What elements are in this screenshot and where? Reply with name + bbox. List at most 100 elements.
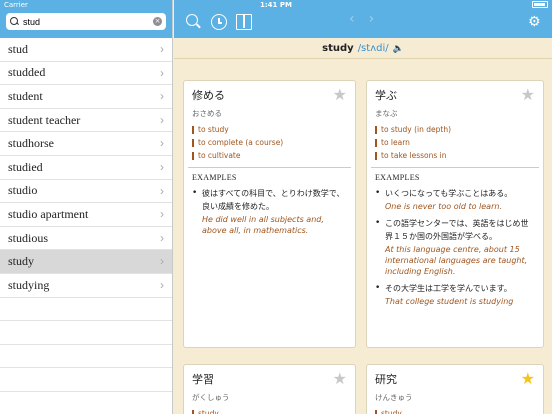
clear-search-icon[interactable]: ×: [153, 17, 162, 26]
list-item[interactable]: studhorse ›: [0, 132, 172, 156]
example-item: • この語学センターでは、英語をはじめ世界１５か国の外国語が学べる。 At this…: [375, 217, 535, 277]
forward-arrow-icon[interactable]: ›: [369, 11, 389, 27]
search-field[interactable]: ×: [6, 13, 166, 30]
definition-text: to complete (a course): [198, 138, 284, 147]
definition-text: to cultivate: [198, 151, 241, 160]
entry-headword: 学習: [192, 373, 214, 386]
clock: 1:41 PM: [260, 1, 292, 9]
empty-row: [0, 368, 172, 392]
example-body: 彼はすべての科目で、とりわけ数学で、良い成績を修めた。 He did well i…: [202, 187, 347, 236]
list-item-label: studded: [8, 65, 46, 80]
entry-reading: けんきゅう: [375, 393, 413, 402]
history-icon[interactable]: [211, 14, 227, 30]
example-item: • 彼はすべての科目で、とりわけ数学で、良い成績を修めた。 He did well …: [192, 187, 347, 236]
bullet-icon: •: [375, 283, 381, 293]
list-item[interactable]: studious ›: [0, 227, 172, 251]
definition-item: to learn: [375, 136, 535, 149]
definition-text: study: [198, 409, 219, 414]
entry-reading: まなぶ: [375, 109, 398, 118]
settings-icon[interactable]: ⚙: [528, 15, 542, 29]
chevron-right-icon: ›: [160, 254, 164, 269]
list-item[interactable]: student ›: [0, 85, 172, 109]
list-item[interactable]: student teacher ›: [0, 109, 172, 133]
chevron-right-icon: ›: [160, 230, 164, 245]
list-item[interactable]: stud ›: [0, 38, 172, 62]
definition-list: to study (in depth) to learn to take lesso…: [375, 123, 535, 162]
definition-marker: [375, 125, 377, 134]
list-item[interactable]: studded ›: [0, 62, 172, 86]
list-item[interactable]: studying ›: [0, 274, 172, 298]
example-english: He did well in all subjects and, above a…: [202, 215, 324, 235]
example-item: • その大学生は工学を学んでいます。 That college student is…: [375, 282, 535, 307]
headword: study: [322, 43, 354, 54]
list-item-label: study: [8, 254, 35, 269]
word-list: stud › studded › student › student teacher › stu…: [0, 38, 172, 414]
definition-item: to study (in depth): [375, 123, 535, 136]
history-navigation: ‹›: [349, 11, 388, 27]
entry-card: 学習 ★ がくしゅう study: [183, 364, 356, 414]
entry-header: study/stʌdi/ 🔈: [174, 38, 552, 59]
definition-item: to cultivate: [192, 149, 347, 162]
list-item-label: stud: [8, 41, 29, 56]
chevron-right-icon: ›: [160, 183, 164, 198]
status-bar: Carrier 1:41 PM: [0, 0, 552, 10]
example-item: • いくつになっても学ぶことはある。 One is never too old to…: [375, 187, 535, 212]
definition-list: study: [192, 407, 347, 414]
chevron-right-icon: ›: [160, 112, 164, 127]
star-icon[interactable]: ★: [333, 369, 347, 388]
example-english: One is never too old to learn.: [385, 202, 502, 211]
bullet-icon: •: [375, 218, 381, 228]
definition-item: to study: [192, 123, 347, 136]
list-item[interactable]: studio ›: [0, 180, 172, 204]
entry-headword: 研究: [375, 373, 397, 386]
definition-marker: [375, 409, 377, 414]
definition-marker: [192, 125, 194, 134]
search-input[interactable]: [23, 16, 153, 27]
definition-item: to take lessons in: [375, 149, 535, 162]
definition-text: to take lessons in: [381, 151, 447, 160]
star-icon[interactable]: ★: [333, 85, 347, 104]
definition-marker: [375, 138, 377, 147]
example-japanese: この語学センターでは、英語をはじめ世界１５か国の外国語が学べる。: [385, 219, 529, 241]
list-item[interactable]: study ›: [0, 250, 172, 274]
definition-marker: [192, 138, 194, 147]
example-english: That college student is studying: [385, 297, 514, 306]
example-english: At this language centre, about 15 intern…: [385, 245, 528, 276]
definition-text: to study: [198, 125, 229, 134]
star-icon[interactable]: ★: [521, 369, 535, 388]
list-item[interactable]: studied ›: [0, 156, 172, 180]
list-item-label: studhorse: [8, 136, 54, 151]
list-item-label: student: [8, 88, 43, 103]
chevron-right-icon: ›: [160, 136, 164, 151]
definition-item: study: [192, 407, 347, 414]
chevron-right-icon: ›: [160, 65, 164, 80]
examples-heading: EXAMPLES: [375, 173, 420, 182]
book-icon[interactable]: [236, 14, 252, 30]
star-icon[interactable]: ★: [521, 85, 535, 104]
example-body: いくつになっても学ぶことはある。 One is never too old to …: [385, 187, 512, 212]
empty-row: [0, 321, 172, 345]
example-japanese: いくつになっても学ぶことはある。: [385, 189, 513, 198]
list-item[interactable]: studio apartment ›: [0, 203, 172, 227]
example-japanese: その大学生は工学を学んでいます。: [385, 284, 512, 293]
word-list-panel: × stud›studded›student›student teacher›s…: [0, 0, 173, 414]
definition-marker: [192, 151, 194, 160]
definition-item: study: [375, 407, 535, 414]
chevron-right-icon: ›: [160, 159, 164, 174]
battery-icon: [532, 1, 548, 8]
definition-marker: [192, 409, 194, 414]
speaker-icon[interactable]: 🔈: [393, 44, 404, 54]
examples-heading: EXAMPLES: [192, 173, 237, 182]
list-item-label: studio apartment: [8, 206, 89, 221]
entry-card: 学ぶ ★ まなぶ to study (in depth) to learn to take…: [366, 80, 544, 348]
search-icon[interactable]: [186, 14, 202, 30]
pronunciation: /stʌdi/: [357, 43, 389, 54]
empty-row: [0, 392, 172, 414]
chevron-right-icon: ›: [160, 277, 164, 292]
list-item-label: studying: [8, 277, 50, 292]
list-item-label: studied: [8, 159, 43, 174]
empty-row: [0, 345, 172, 369]
definition-list: study: [375, 407, 535, 414]
entry-reading: おさめる: [192, 109, 222, 118]
back-arrow-icon[interactable]: ‹: [349, 11, 369, 27]
